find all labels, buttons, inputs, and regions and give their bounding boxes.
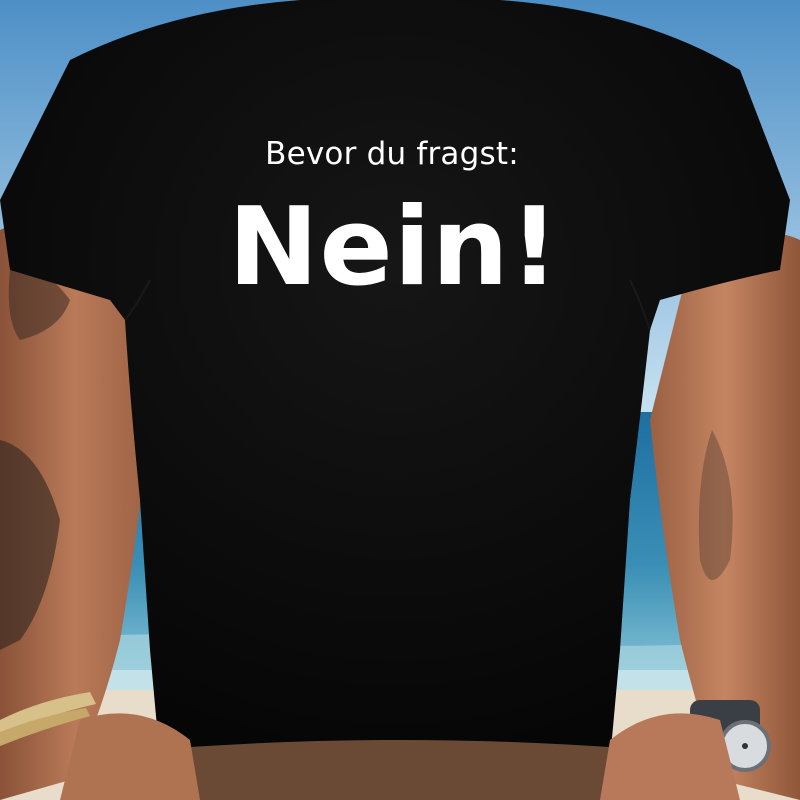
print-line-small: Bevor du fragst: (265, 136, 519, 172)
shirt-print: Bevor du fragst: Nein! (0, 0, 800, 800)
print-line-big: Nein! (228, 185, 560, 310)
